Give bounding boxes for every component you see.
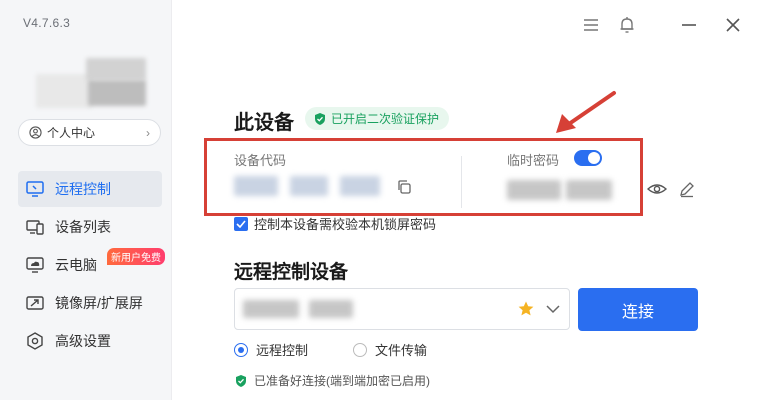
sidebar-nav: 远程控制 设备列表 云电脑 新用户免费 镜像屏/扩展屏 高级设置 xyxy=(18,171,165,361)
chevron-down-icon[interactable] xyxy=(545,302,561,316)
device-code-value xyxy=(340,176,380,196)
mode-file-transfer[interactable]: 文件传输 xyxy=(353,340,427,359)
sidebar-item-remote-control[interactable]: 远程控制 xyxy=(18,171,162,207)
mode-file-transfer-radio[interactable] xyxy=(353,342,367,357)
sidebar-item-label: 设备列表 xyxy=(55,219,111,235)
mirror-screen-icon xyxy=(25,293,45,313)
minimize-icon[interactable] xyxy=(678,14,700,36)
connection-status-text: 已准备好连接(端到端加密已启用) xyxy=(254,374,430,388)
partner-id-value xyxy=(309,300,353,318)
two-factor-label: 已开启二次验证保护 xyxy=(331,112,440,126)
menu-icon[interactable] xyxy=(580,14,602,36)
device-code-label: 设备代码 xyxy=(234,153,287,168)
device-list-icon xyxy=(25,217,45,237)
lock-password-checkbox[interactable] xyxy=(234,216,248,231)
new-user-free-badge: 新用户免费 xyxy=(107,248,165,265)
shield-check-icon xyxy=(313,112,327,126)
temp-password-label: 临时密码 xyxy=(507,153,560,168)
sidebar-item-label: 云电脑 xyxy=(55,257,97,273)
profile-center-button[interactable]: 个人中心 › xyxy=(18,119,161,146)
remote-control-title: 远程控制设备 xyxy=(234,262,349,283)
star-icon[interactable] xyxy=(517,300,535,318)
edit-icon[interactable] xyxy=(678,180,696,198)
sidebar-item-label: 镜像屏/扩展屏 xyxy=(55,295,143,311)
temp-password-value xyxy=(566,180,612,200)
user-icon xyxy=(29,126,42,139)
device-code-value xyxy=(234,176,278,196)
eye-icon[interactable] xyxy=(646,180,668,198)
connection-status: 已准备好连接(端到端加密已启用) xyxy=(234,372,430,389)
mode-remote-control-label: 远程控制 xyxy=(256,343,309,358)
avatar[interactable] xyxy=(36,54,148,110)
annotation-arrow-icon xyxy=(556,91,616,133)
cloud-pc-icon xyxy=(25,255,45,275)
sidebar-item-label: 高级设置 xyxy=(55,333,111,349)
lock-password-checkbox-label: 控制本设备需校验本机锁屏密码 xyxy=(254,217,437,232)
chevron-right-icon: › xyxy=(146,126,150,140)
sidebar: V4.7.6.3 个人中心 › 远程控制 设备列表 云电脑 新用户免费 镜像屏/… xyxy=(0,0,172,400)
app-version: V4.7.6.3 xyxy=(23,16,71,30)
temp-password-toggle[interactable] xyxy=(574,150,602,166)
sidebar-item-mirror-screen[interactable]: 镜像屏/扩展屏 xyxy=(18,285,162,321)
sidebar-item-device-list[interactable]: 设备列表 xyxy=(18,209,162,245)
this-device-title: 此设备 xyxy=(234,112,294,134)
mode-remote-control-radio[interactable] xyxy=(234,342,248,357)
shield-check-icon xyxy=(234,374,248,388)
two-factor-badge[interactable]: 已开启二次验证保护 xyxy=(305,107,450,130)
connect-button[interactable]: 连接 xyxy=(578,288,698,331)
temp-password-value xyxy=(507,180,561,200)
profile-center-label: 个人中心 xyxy=(47,126,96,140)
lock-password-checkbox-row[interactable]: 控制本设备需校验本机锁屏密码 xyxy=(234,214,436,233)
mode-remote-control[interactable]: 远程控制 xyxy=(234,340,308,359)
sidebar-item-label: 远程控制 xyxy=(55,181,111,197)
divider xyxy=(461,156,462,208)
mode-file-transfer-label: 文件传输 xyxy=(375,343,428,358)
sidebar-item-advanced-settings[interactable]: 高级设置 xyxy=(18,323,162,359)
copy-icon[interactable] xyxy=(396,179,412,195)
device-code-value xyxy=(290,176,328,196)
partner-id-value xyxy=(243,300,299,318)
settings-icon xyxy=(25,331,45,351)
sidebar-item-cloud-pc[interactable]: 云电脑 新用户免费 xyxy=(18,247,165,283)
close-icon[interactable] xyxy=(722,14,744,36)
remote-control-icon xyxy=(25,179,45,199)
bell-icon[interactable] xyxy=(616,14,638,36)
